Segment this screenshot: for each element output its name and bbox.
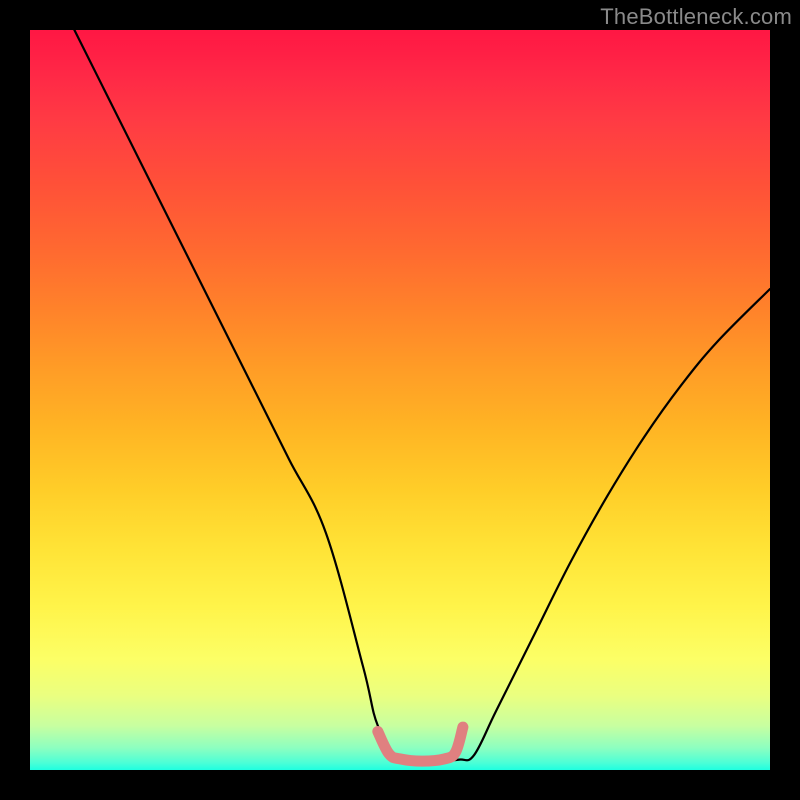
- optimal-zone-marker: [378, 727, 463, 761]
- chart-frame: TheBottleneck.com: [0, 0, 800, 800]
- plot-area: [30, 30, 770, 770]
- chart-svg: [30, 30, 770, 770]
- watermark-text: TheBottleneck.com: [600, 4, 792, 30]
- bottleneck-curve: [74, 30, 770, 762]
